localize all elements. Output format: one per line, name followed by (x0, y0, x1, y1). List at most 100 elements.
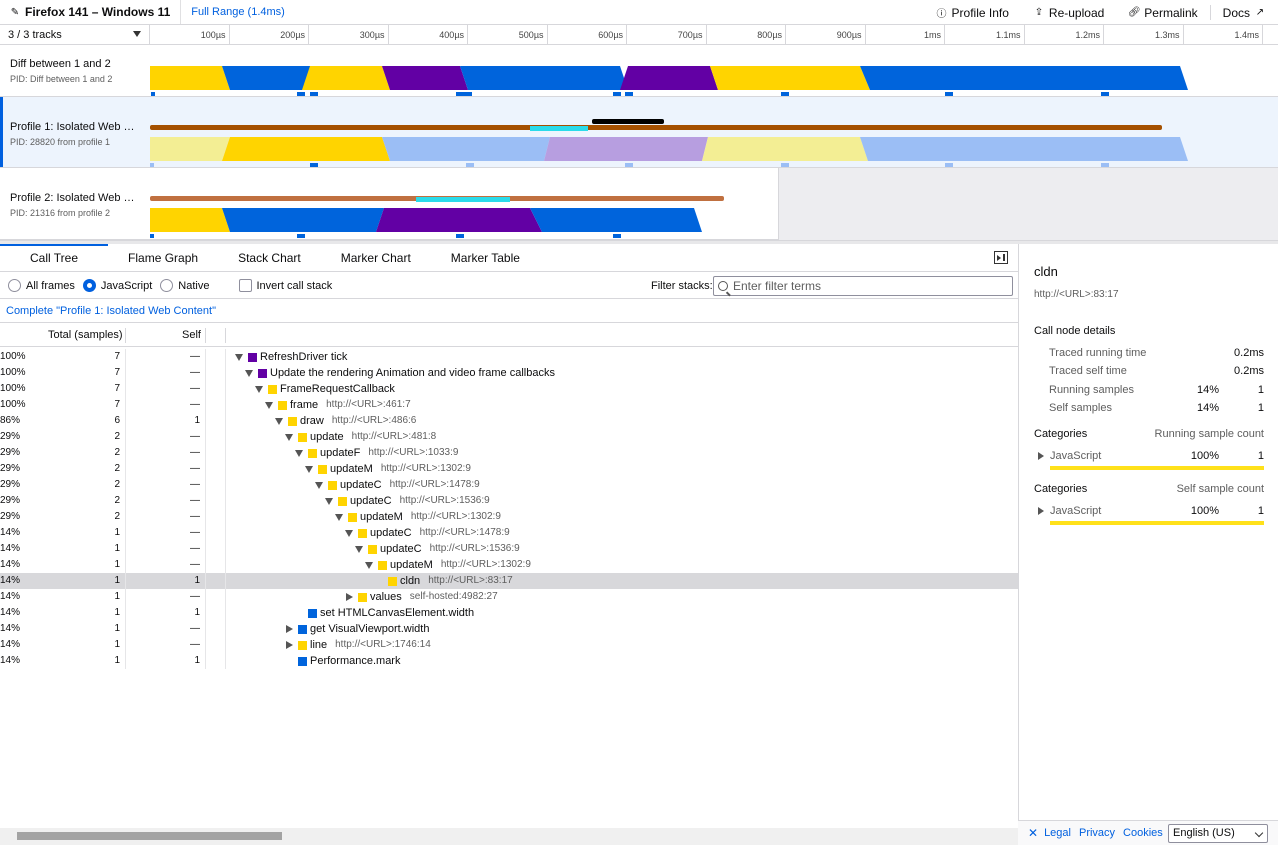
profile-title: Firefox 141 – Windows 11 (25, 5, 171, 19)
call-tree-row[interactable]: 14% 1 — line http://<URL>:1746:14 (0, 637, 1018, 653)
collapse-triangle-icon[interactable] (274, 416, 284, 426)
activity-graph[interactable] (150, 168, 1278, 240)
collapse-triangle-icon[interactable] (244, 368, 254, 378)
checkbox[interactable] (239, 279, 253, 292)
track-profile-2[interactable]: Profile 2: Isolated Web Content PID: 213… (0, 168, 1278, 240)
self-category-javascript[interactable]: JavaScript 100% 1 (1034, 505, 1264, 527)
expand-triangle-icon[interactable] (344, 592, 354, 602)
collapse-triangle-icon[interactable] (364, 560, 374, 570)
call-tree-row[interactable]: 29% 2 — updateM http://<URL>:1302:9 (0, 461, 1018, 477)
call-tree-row[interactable]: 86% 6 1 draw http://<URL>:486:6 (0, 413, 1018, 429)
permalink-button[interactable]: 🔗︎ Permalink (1116, 0, 1209, 25)
function-cell: FrameRequestCallback (254, 381, 395, 397)
column-divider (225, 621, 226, 637)
tab-marker-table[interactable]: Marker Table (431, 244, 540, 271)
call-tree-row[interactable]: 14% 1 1 Performance.mark (0, 653, 1018, 669)
call-tree-row[interactable]: 100% 7 — Update the rendering Animation and… (0, 365, 1018, 381)
filter-stacks-field[interactable] (713, 276, 1013, 296)
call-tree-row[interactable]: 100% 7 — RefreshDriver tick (0, 349, 1018, 365)
call-tree[interactable]: 100% 7 — RefreshDriver tick 100% 7 — Update the… (0, 348, 1018, 820)
profile-info-button[interactable]: ⓘ Profile Info (924, 0, 1021, 25)
activity-graph[interactable] (150, 97, 1278, 167)
radio-all-frames[interactable]: All frames (8, 279, 75, 292)
track-selector[interactable]: 3 / 3 tracks (0, 25, 150, 45)
close-icon[interactable]: ✕ (1028, 826, 1038, 840)
call-tree-row[interactable]: 14% 1 1 cldn http://<URL>:83:17 (0, 573, 1018, 589)
cookies-link[interactable]: Cookies (1123, 827, 1163, 839)
call-tree-row[interactable]: 14% 1 — updateC http://<URL>:1536:9 (0, 541, 1018, 557)
radio-javascript[interactable]: JavaScript (82, 279, 152, 292)
call-tree-row[interactable]: 29% 2 — updateM http://<URL>:1302:9 (0, 509, 1018, 525)
function-cell: Performance.mark (284, 653, 400, 669)
search-icon (718, 281, 728, 291)
call-tree-row[interactable]: 29% 2 — updateC http://<URL>:1536:9 (0, 493, 1018, 509)
track-label[interactable]: Profile 2: Isolated Web Content PID: 213… (0, 168, 150, 239)
call-tree-row[interactable]: 14% 1 1 set HTMLCanvasElement.width (0, 605, 1018, 621)
tab-marker-chart[interactable]: Marker Chart (321, 244, 431, 271)
activity-graph-svg (150, 66, 1188, 96)
collapse-triangle-icon[interactable] (354, 544, 364, 554)
radio-native[interactable]: Native (160, 279, 209, 292)
range-breadcrumb[interactable]: Full Range (1.4ms) (181, 6, 285, 18)
collapse-triangle-icon[interactable] (254, 384, 264, 394)
tab-stack-chart[interactable]: Stack Chart (218, 244, 321, 271)
expand-triangle-icon[interactable] (1038, 452, 1044, 460)
category-color-swatch (288, 416, 297, 426)
expand-triangle-icon[interactable] (284, 640, 294, 650)
call-tree-row[interactable]: 14% 1 — updateC http://<URL>:1478:9 (0, 525, 1018, 541)
total-samples: 1 (114, 623, 120, 634)
call-tree-row[interactable]: 14% 1 — get VisualViewport.width (0, 621, 1018, 637)
track-diff[interactable]: Diff between 1 and 2 PID: Diff between 1… (0, 46, 1278, 97)
collapse-triangle-icon[interactable] (334, 512, 344, 522)
language-select[interactable]: English (US) (1168, 824, 1268, 843)
collapse-triangle-icon[interactable] (304, 464, 314, 474)
tab-call-tree[interactable]: Call Tree (0, 244, 109, 271)
function-location: http://<URL>:1302:9 (380, 463, 471, 474)
radio-button[interactable] (8, 279, 21, 292)
tab-flame-graph[interactable]: Flame Graph (108, 244, 218, 271)
sidebar-toggle-icon[interactable] (994, 251, 1008, 264)
expand-triangle-icon[interactable] (284, 624, 294, 634)
detail-value: 0.2ms (1234, 365, 1264, 377)
privacy-link[interactable]: Privacy (1079, 827, 1115, 839)
reupload-button[interactable]: ⇪ Re-upload (1021, 0, 1116, 25)
column-divider (225, 525, 226, 541)
profile-name-button[interactable]: ✎ Firefox 141 – Windows 11 (0, 0, 182, 24)
scrollbar-thumb[interactable] (17, 832, 282, 840)
call-tree-row[interactable]: 14% 1 — updateM http://<URL>:1302:9 (0, 557, 1018, 573)
collapse-triangle-icon[interactable] (284, 432, 294, 442)
filter-input[interactable] (733, 279, 1003, 293)
function-cell: cldn http://<URL>:83:17 (374, 573, 513, 589)
collapse-triangle-icon[interactable] (324, 496, 334, 506)
call-tree-row[interactable]: 29% 2 — update http://<URL>:481:8 (0, 429, 1018, 445)
radio-button[interactable] (160, 279, 174, 292)
call-tree-row[interactable]: 100% 7 — FrameRequestCallback (0, 381, 1018, 397)
track-label[interactable]: Diff between 1 and 2 PID: Diff between 1… (0, 46, 150, 96)
call-tree-row[interactable]: 100% 7 — frame http://<URL>:461:7 (0, 397, 1018, 413)
timeline-ruler[interactable]: 100µs 200µs 300µs 400µs 500µs 600µs 700µs 800µs… (150, 25, 1278, 45)
legal-link[interactable]: Legal (1044, 827, 1071, 839)
running-category-javascript[interactable]: JavaScript 100% 1 (1034, 450, 1264, 472)
total-column-header[interactable]: Total (samples) (48, 324, 123, 347)
call-tree-row[interactable]: 14% 1 — values self-hosted:4982:27 (0, 589, 1018, 605)
track-profile-1[interactable]: Profile 1: Isolated Web Content PID: 288… (0, 97, 1278, 168)
invert-call-stack-checkbox[interactable]: Invert call stack (239, 279, 332, 292)
function-location: http://<URL>:486:6 (331, 415, 417, 426)
horizontal-scrollbar[interactable] (0, 828, 1018, 845)
self-column-header[interactable]: Self (182, 324, 201, 347)
call-tree-row[interactable]: 29% 2 — updateF http://<URL>:1033:9 (0, 445, 1018, 461)
collapse-triangle-icon[interactable] (344, 528, 354, 538)
activity-graph[interactable] (150, 46, 1278, 96)
total-percent: 29% (0, 479, 21, 490)
track-label[interactable]: Profile 1: Isolated Web Content PID: 288… (0, 97, 150, 167)
ruler-tick: 1.3ms (1110, 25, 1184, 45)
breadcrumb[interactable]: Complete "Profile 1: Isolated Web Conten… (0, 300, 1018, 323)
collapse-triangle-icon[interactable] (294, 448, 304, 458)
radio-button[interactable] (82, 279, 96, 292)
collapse-triangle-icon[interactable] (264, 400, 274, 410)
docs-button[interactable]: Docs ↗ (1211, 0, 1278, 25)
collapse-triangle-icon[interactable] (314, 480, 324, 490)
collapse-triangle-icon[interactable] (234, 352, 244, 362)
expand-triangle-icon[interactable] (1038, 507, 1044, 515)
call-tree-row[interactable]: 29% 2 — updateC http://<URL>:1478:9 (0, 477, 1018, 493)
